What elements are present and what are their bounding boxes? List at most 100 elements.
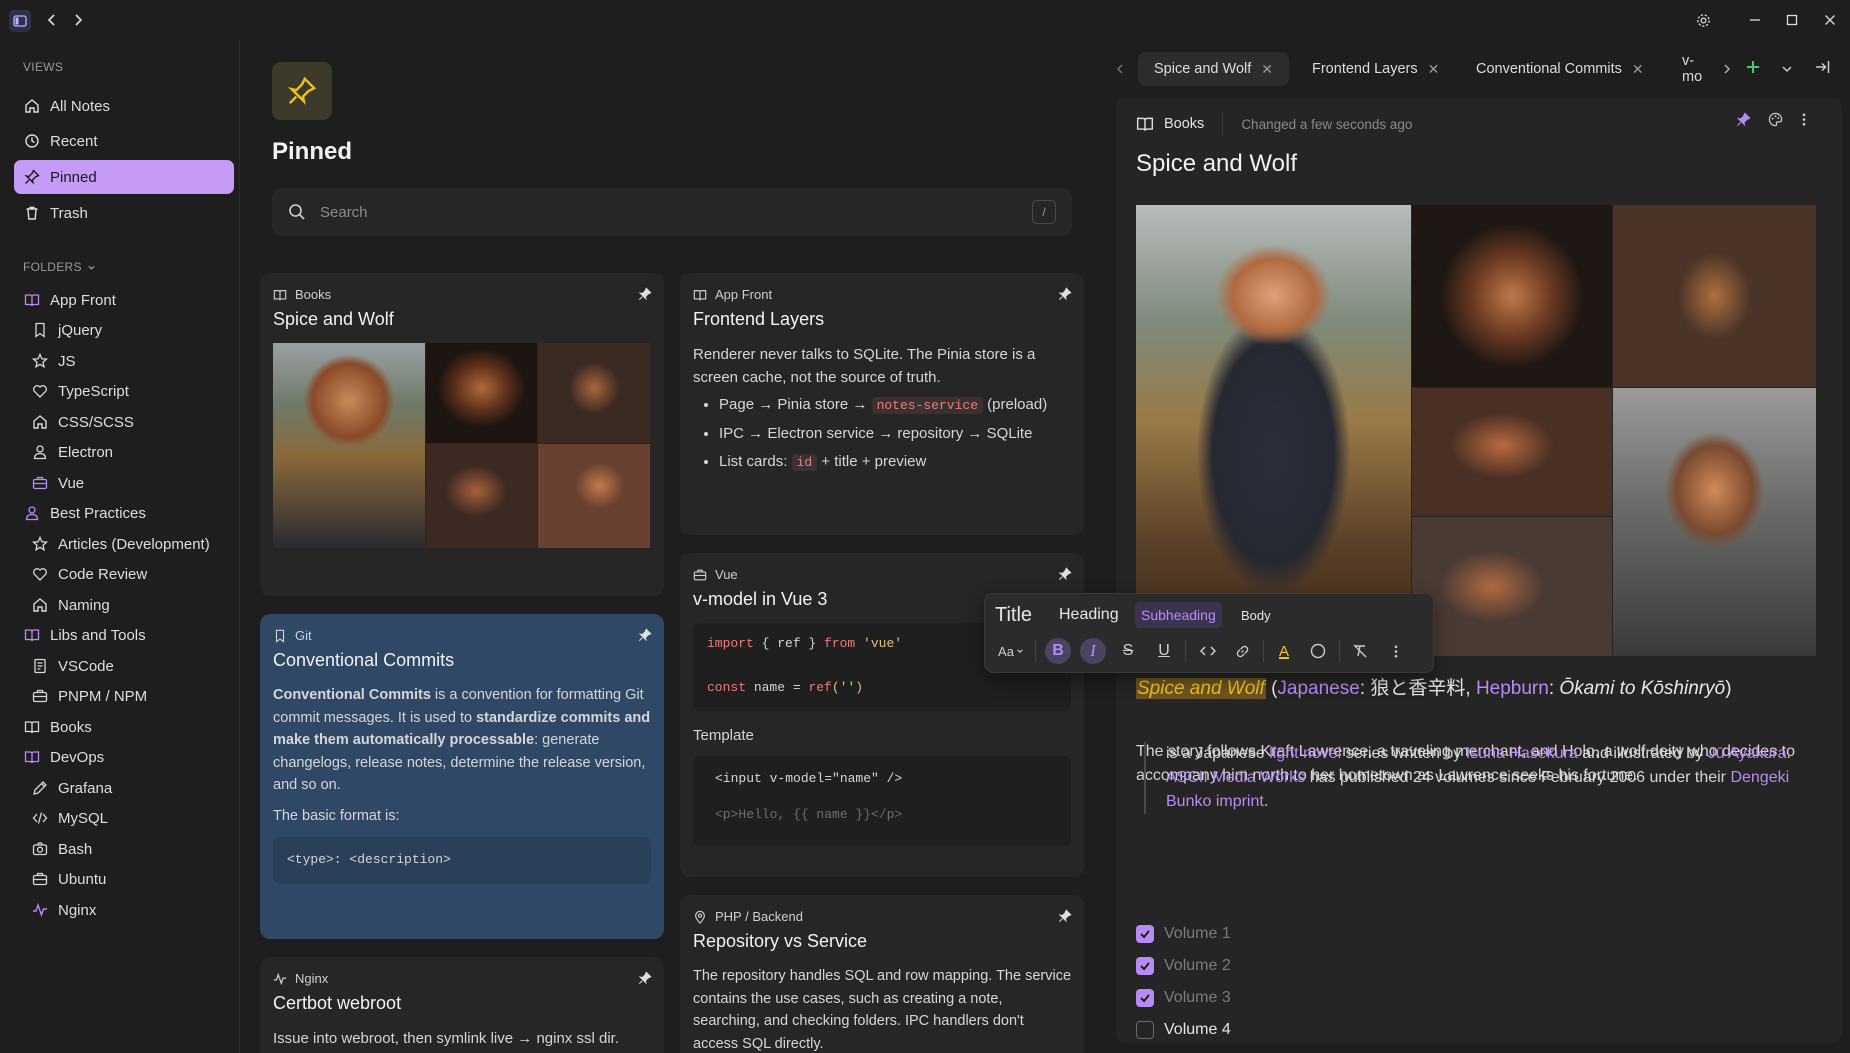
bold-icon[interactable]: B bbox=[1045, 638, 1071, 664]
note-card-spice-and-wolf[interactable]: Books Spice and Wolf bbox=[260, 273, 664, 596]
nav-pinned[interactable]: Pinned bbox=[14, 160, 234, 194]
checkbox-unchecked[interactable] bbox=[1136, 1021, 1154, 1039]
checkbox-checked[interactable] bbox=[1136, 957, 1154, 975]
tabs-menu-chevron-down-icon[interactable] bbox=[1781, 62, 1793, 80]
folder-item-css-scss[interactable]: CSS/SCSS bbox=[32, 408, 134, 436]
tab-frontend-layers[interactable]: Frontend Layers ✕ bbox=[1296, 52, 1455, 86]
folder-item-naming[interactable]: Naming bbox=[32, 591, 110, 619]
tab-v-model[interactable]: v-mo bbox=[1666, 52, 1722, 86]
folder-item-devops[interactable]: DevOps bbox=[24, 743, 104, 771]
clear-format-icon[interactable] bbox=[1347, 638, 1373, 664]
folder-item-pnpm-npm[interactable]: PNPM / NPM bbox=[32, 682, 147, 710]
search-input[interactable] bbox=[320, 203, 1020, 221]
style-heading-button[interactable]: Heading bbox=[1053, 602, 1125, 628]
blockquote[interactable]: is a Japanese light novel series written… bbox=[1144, 742, 1804, 814]
folder-item-grafana[interactable]: Grafana bbox=[32, 774, 112, 802]
card-folder-label: Nginx bbox=[295, 971, 329, 986]
checklist-item[interactable]: Volume 3 bbox=[1136, 989, 1231, 1007]
pin-icon[interactable] bbox=[638, 628, 652, 642]
note-card-repository-vs-service[interactable]: PHP / Backend Repository vs Service The … bbox=[680, 895, 1084, 1053]
more-vertical-icon[interactable] bbox=[1383, 638, 1409, 664]
nav-pinned-label: Pinned bbox=[50, 168, 97, 186]
pin-icon[interactable] bbox=[1058, 909, 1072, 923]
folder-item-vscode[interactable]: VSCode bbox=[32, 652, 114, 680]
note-subheading[interactable]: Spice and Wolf (Japanese: 狼と香辛料, Hepburn… bbox=[1136, 673, 1732, 700]
nav-trash[interactable]: Trash bbox=[14, 196, 234, 230]
note-card-frontend-layers[interactable]: App Front Frontend Layers Renderer never… bbox=[680, 273, 1084, 535]
folder-item-articles-development[interactable]: Articles (Development) bbox=[32, 530, 210, 558]
search-bar[interactable]: / bbox=[272, 188, 1072, 236]
forward-icon[interactable] bbox=[68, 10, 88, 30]
italic-icon[interactable]: I bbox=[1080, 638, 1106, 664]
style-subheading-button[interactable]: Subheading bbox=[1135, 602, 1222, 628]
close-icon[interactable]: ✕ bbox=[1632, 61, 1644, 78]
highlight-circle-icon[interactable] bbox=[1305, 638, 1331, 664]
code-token: name = bbox=[746, 680, 809, 695]
folder-item-electron[interactable]: Electron bbox=[32, 438, 113, 466]
palette-icon[interactable] bbox=[1768, 112, 1783, 132]
note-card-certbot-webroot[interactable]: Nginx Certbot webroot Issue into webroot… bbox=[260, 957, 664, 1053]
nav-all-notes[interactable]: All Notes bbox=[14, 89, 234, 123]
link-ju-ayakura[interactable]: Jū Ayakura bbox=[1708, 745, 1787, 762]
folder-item-js[interactable]: JS bbox=[32, 347, 76, 375]
checklist-item[interactable]: Volume 2 bbox=[1136, 957, 1231, 975]
note-folder-label[interactable]: Books bbox=[1164, 116, 1204, 132]
folder-item-libs-and-tools[interactable]: Libs and Tools bbox=[24, 621, 146, 649]
folder-item-bash[interactable]: Bash bbox=[32, 835, 92, 863]
link-ascii-media-works[interactable]: ASCII Media Works bbox=[1166, 769, 1305, 786]
folder-item-nginx[interactable]: Nginx bbox=[32, 896, 96, 924]
text-color-icon[interactable]: A bbox=[1271, 638, 1297, 664]
new-tab-plus-icon[interactable] bbox=[1745, 59, 1761, 80]
style-title-button[interactable]: Title bbox=[989, 602, 1038, 628]
more-vertical-icon[interactable] bbox=[1801, 112, 1807, 132]
tab-conventional-commits[interactable]: Conventional Commits ✕ bbox=[1460, 52, 1660, 86]
folder-item-typescript[interactable]: TypeScript bbox=[32, 377, 129, 405]
note-card-conventional-commits[interactable]: Git Conventional Commits Conventional Co… bbox=[260, 614, 664, 939]
pin-icon[interactable] bbox=[1058, 567, 1072, 581]
strikethrough-icon[interactable]: S bbox=[1115, 638, 1141, 664]
maximize-icon[interactable] bbox=[1782, 10, 1802, 30]
settings-gear-icon[interactable] bbox=[1693, 10, 1713, 30]
style-body-button[interactable]: Body bbox=[1235, 602, 1277, 628]
code-icon[interactable] bbox=[1195, 638, 1221, 664]
folder-item-vue[interactable]: Vue bbox=[32, 469, 84, 497]
pin-icon[interactable] bbox=[638, 971, 652, 985]
link-hepburn[interactable]: Hepburn bbox=[1476, 678, 1549, 699]
font-size-dropdown[interactable]: Aa bbox=[993, 638, 1029, 664]
pin-icon[interactable] bbox=[1058, 287, 1072, 301]
close-icon[interactable]: ✕ bbox=[1261, 61, 1273, 78]
link-japanese[interactable]: Japanese bbox=[1277, 678, 1359, 699]
link-light-novel[interactable]: light novel bbox=[1269, 745, 1341, 762]
checklist-item[interactable]: Volume 1 bbox=[1136, 925, 1231, 943]
nav-recent[interactable]: Recent bbox=[14, 124, 234, 158]
pin-icon[interactable] bbox=[1736, 112, 1751, 132]
back-icon[interactable] bbox=[42, 10, 62, 30]
pin-icon[interactable] bbox=[638, 287, 652, 301]
tabs-scroll-left-icon[interactable] bbox=[1115, 61, 1125, 79]
link-icon[interactable] bbox=[1229, 638, 1255, 664]
link-isuna-hasekura[interactable]: Isuna Hasekura bbox=[1466, 745, 1578, 762]
folder-item-app-front[interactable]: App Front bbox=[24, 286, 116, 314]
highlighted-text: Spice and Wolf bbox=[1136, 678, 1266, 699]
folder-item-code-review[interactable]: Code Review bbox=[32, 560, 147, 588]
folder-item-ubuntu[interactable]: Ubuntu bbox=[32, 865, 106, 893]
checklist-item[interactable]: Volume 4 bbox=[1136, 1021, 1231, 1039]
exit-panel-icon[interactable] bbox=[1814, 59, 1831, 80]
tabs-scroll-right-icon[interactable] bbox=[1722, 61, 1732, 79]
folder-item-mysql[interactable]: MySQL bbox=[32, 804, 108, 832]
note-title[interactable]: Spice and Wolf bbox=[1136, 150, 1297, 178]
close-icon[interactable]: ✕ bbox=[1428, 61, 1440, 78]
sidebar-toggle-icon[interactable] bbox=[9, 10, 31, 32]
folder-item-best-practices[interactable]: Best Practices bbox=[24, 499, 146, 527]
folder-item-label: DevOps bbox=[50, 748, 105, 766]
checkbox-checked[interactable] bbox=[1136, 925, 1154, 943]
folders-section-toggle[interactable]: FOLDERS bbox=[23, 260, 96, 274]
folder-item-jquery[interactable]: jQuery bbox=[32, 316, 102, 344]
close-window-icon[interactable] bbox=[1820, 10, 1840, 30]
folder-item-label: App Front bbox=[50, 291, 116, 309]
tab-spice-and-wolf[interactable]: Spice and Wolf ✕ bbox=[1138, 52, 1289, 86]
folder-item-books[interactable]: Books bbox=[24, 713, 92, 741]
minimize-icon[interactable] bbox=[1745, 10, 1765, 30]
checkbox-checked[interactable] bbox=[1136, 989, 1154, 1007]
underline-icon[interactable]: U bbox=[1151, 638, 1177, 664]
